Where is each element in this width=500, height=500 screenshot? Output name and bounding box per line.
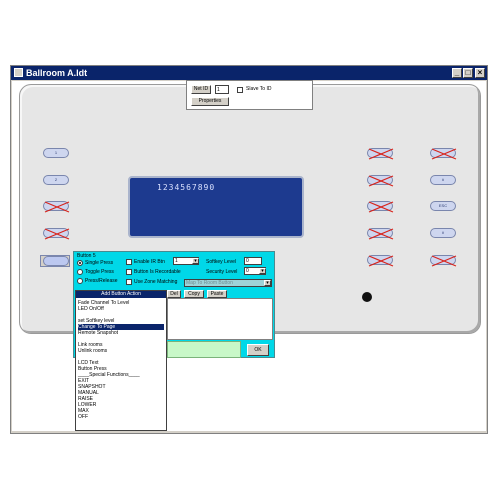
action-status-box [167,341,241,358]
disabled-x-icon [44,228,70,240]
properties-button[interactable]: Properties [191,97,229,106]
keypad-button-4-disabled[interactable] [43,228,70,240]
keypad-button-8-disabled[interactable] [367,201,394,213]
maximize-button[interactable]: □ [463,68,473,78]
minimize-button[interactable]: _ [452,68,462,78]
paste-button[interactable]: Paste [207,290,227,298]
disabled-x-icon [368,175,394,187]
keypad-button-9-disabled[interactable] [367,228,394,240]
net-id-input[interactable]: 1 [215,85,229,94]
slave-to-id-checkbox[interactable] [237,87,243,93]
keypad-button-up[interactable]: ∧ [430,175,456,185]
slave-to-id-label: Slave To ID [246,86,272,92]
ir-select-chevron-icon[interactable]: ▾ [192,258,199,264]
disabled-x-icon [431,255,457,267]
keypad-button-1[interactable]: 1 [43,148,69,158]
zone-matching-checkbox[interactable] [126,279,132,285]
disabled-x-icon [368,228,394,240]
toggle-press-label: Toggle Press [85,269,114,275]
action-item[interactable]: OFF [78,414,164,420]
keypad-button-2[interactable]: 2 [43,175,69,185]
action-editor[interactable] [167,298,273,340]
security-chevron-icon[interactable]: ▾ [259,268,266,274]
title-bar[interactable]: Ballroom A.ldt _ □ × [11,66,487,80]
ir-sensor-dot [362,292,372,302]
ok-button[interactable]: OK [247,344,269,356]
lcd-text: 1234567890 [157,183,216,192]
window-title: Ballroom A.ldt [26,68,88,78]
recordable-checkbox[interactable] [126,269,132,275]
add-button-action-list[interactable]: Add Button Action Fade Channel To Level … [75,290,167,431]
keypad-button-down[interactable]: ∨ [430,228,456,238]
recordable-label: Button Is Recordable [134,269,181,275]
map-chevron-icon[interactable]: ▾ [264,280,271,286]
net-id-button[interactable]: Net ID [191,85,211,94]
security-level-label: Security Level [206,269,238,275]
disabled-x-icon [431,148,457,160]
disabled-x-icon [368,201,394,213]
keypad-button-6-disabled[interactable] [367,148,394,160]
keypad-button-5[interactable] [43,256,69,266]
softkey-level-label: Softkey Level [206,259,237,265]
toggle-press-radio[interactable] [77,269,83,275]
keypad-button-3-disabled[interactable] [43,201,70,213]
disabled-x-icon [44,201,70,213]
delete-button[interactable]: Del [167,290,181,298]
press-release-radio[interactable] [77,278,83,284]
softkey-level-input[interactable]: 0 [244,257,262,265]
keypad-button-7-disabled[interactable] [367,175,394,187]
app-icon [14,68,23,77]
press-release-label: Press/Release [85,278,118,284]
enable-ir-label: Enable IR Btn [134,259,165,265]
close-button[interactable]: × [475,68,485,78]
single-press-radio[interactable] [77,260,83,266]
keypad-button-10-disabled[interactable] [367,255,394,267]
single-press-label: Single Press [85,260,114,266]
map-room-button-select[interactable]: Map To Room Button [184,279,272,287]
button-title: Button 5 [77,253,96,259]
action-list-header: Add Button Action [76,291,166,298]
keypad-button-11-disabled[interactable] [430,148,457,160]
disabled-x-icon [368,148,394,160]
keypad-button-esc[interactable]: ESC [430,201,456,211]
lcd-display[interactable]: 1234567890 [128,176,304,238]
disabled-x-icon [368,255,394,267]
copy-button[interactable]: Copy [184,290,204,298]
enable-ir-checkbox[interactable] [126,259,132,265]
zone-matching-label: Use Zone Matching [134,279,178,285]
keypad-button-15-disabled[interactable] [430,255,457,267]
net-id-box: Net ID 1 Slave To ID Properties [186,80,313,110]
